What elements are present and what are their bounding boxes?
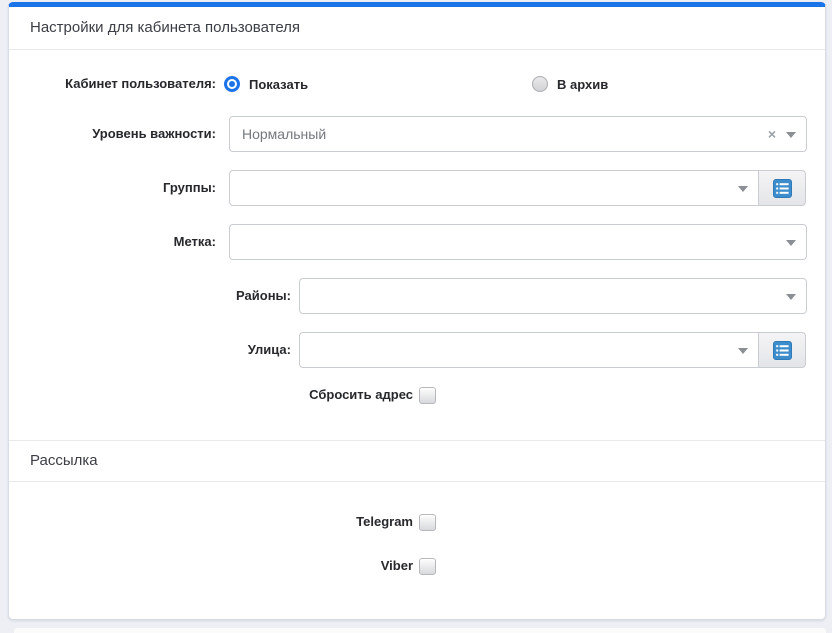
row-districts: Районы: xyxy=(35,278,799,314)
row-reset-address: Сбросить адрес xyxy=(35,386,799,404)
chevron-down-icon xyxy=(786,294,796,300)
card-title: Настройки для кабинета пользователя xyxy=(9,7,825,50)
districts-select[interactable] xyxy=(299,278,807,314)
page-background: Настройки для кабинета пользователя Каби… xyxy=(0,0,832,633)
cabinet-label: Кабинет пользователя: xyxy=(35,76,216,92)
street-select[interactable] xyxy=(299,332,759,368)
settings-form: Кабинет пользователя: Показать В архив У… xyxy=(9,50,825,440)
cabinet-radio-group: Показать В архив xyxy=(224,76,816,92)
groups-label: Группы: xyxy=(35,180,216,196)
row-viber: Viber xyxy=(35,557,799,575)
radio-selected-icon[interactable] xyxy=(224,76,240,92)
chevron-down-icon xyxy=(786,132,796,138)
groups-list-button[interactable] xyxy=(758,170,806,206)
groups-control xyxy=(229,170,806,206)
row-cabinet: Кабинет пользователя: Показать В архив xyxy=(35,74,799,94)
next-card-edge xyxy=(14,628,826,633)
settings-card: Настройки для кабинета пользователя Каби… xyxy=(8,2,826,620)
mailing-section-title: Рассылка xyxy=(9,440,825,482)
row-groups: Группы: xyxy=(35,170,799,206)
reset-address-label: Сбросить адрес xyxy=(35,387,413,403)
districts-control xyxy=(299,278,807,314)
mark-control xyxy=(229,224,807,260)
importance-select[interactable]: Нормальный × xyxy=(229,116,807,152)
clear-icon[interactable]: × xyxy=(768,125,776,143)
row-street: Улица: xyxy=(35,332,799,368)
telegram-label: Telegram xyxy=(35,514,413,530)
radio-show-label: Показать xyxy=(249,77,308,92)
importance-value: Нормальный xyxy=(242,126,326,142)
districts-label: Районы: xyxy=(35,288,291,304)
street-list-button[interactable] xyxy=(758,332,806,368)
row-telegram: Telegram xyxy=(35,513,799,531)
importance-label: Уровень важности: xyxy=(35,126,216,142)
radio-archive-label: В архив xyxy=(557,77,608,92)
viber-checkbox[interactable] xyxy=(419,558,436,575)
row-mark: Метка: xyxy=(35,224,799,260)
importance-control: Нормальный × xyxy=(229,116,807,152)
radio-unselected-icon[interactable] xyxy=(532,76,548,92)
mark-select[interactable] xyxy=(229,224,807,260)
list-icon xyxy=(773,179,792,198)
chevron-down-icon xyxy=(738,186,748,192)
chevron-down-icon xyxy=(738,348,748,354)
chevron-down-icon xyxy=(786,240,796,246)
mark-label: Метка: xyxy=(35,234,216,250)
street-label: Улица: xyxy=(35,342,291,358)
street-control xyxy=(299,332,806,368)
list-icon xyxy=(773,341,792,360)
telegram-checkbox[interactable] xyxy=(419,514,436,531)
groups-select[interactable] xyxy=(229,170,759,206)
radio-option-show[interactable]: Показать xyxy=(224,76,532,92)
mailing-form: Telegram Viber xyxy=(9,482,825,575)
viber-label: Viber xyxy=(35,558,413,574)
reset-address-checkbox[interactable] xyxy=(419,387,436,404)
radio-option-archive[interactable]: В архив xyxy=(532,76,608,92)
row-importance: Уровень важности: Нормальный × xyxy=(35,116,799,152)
